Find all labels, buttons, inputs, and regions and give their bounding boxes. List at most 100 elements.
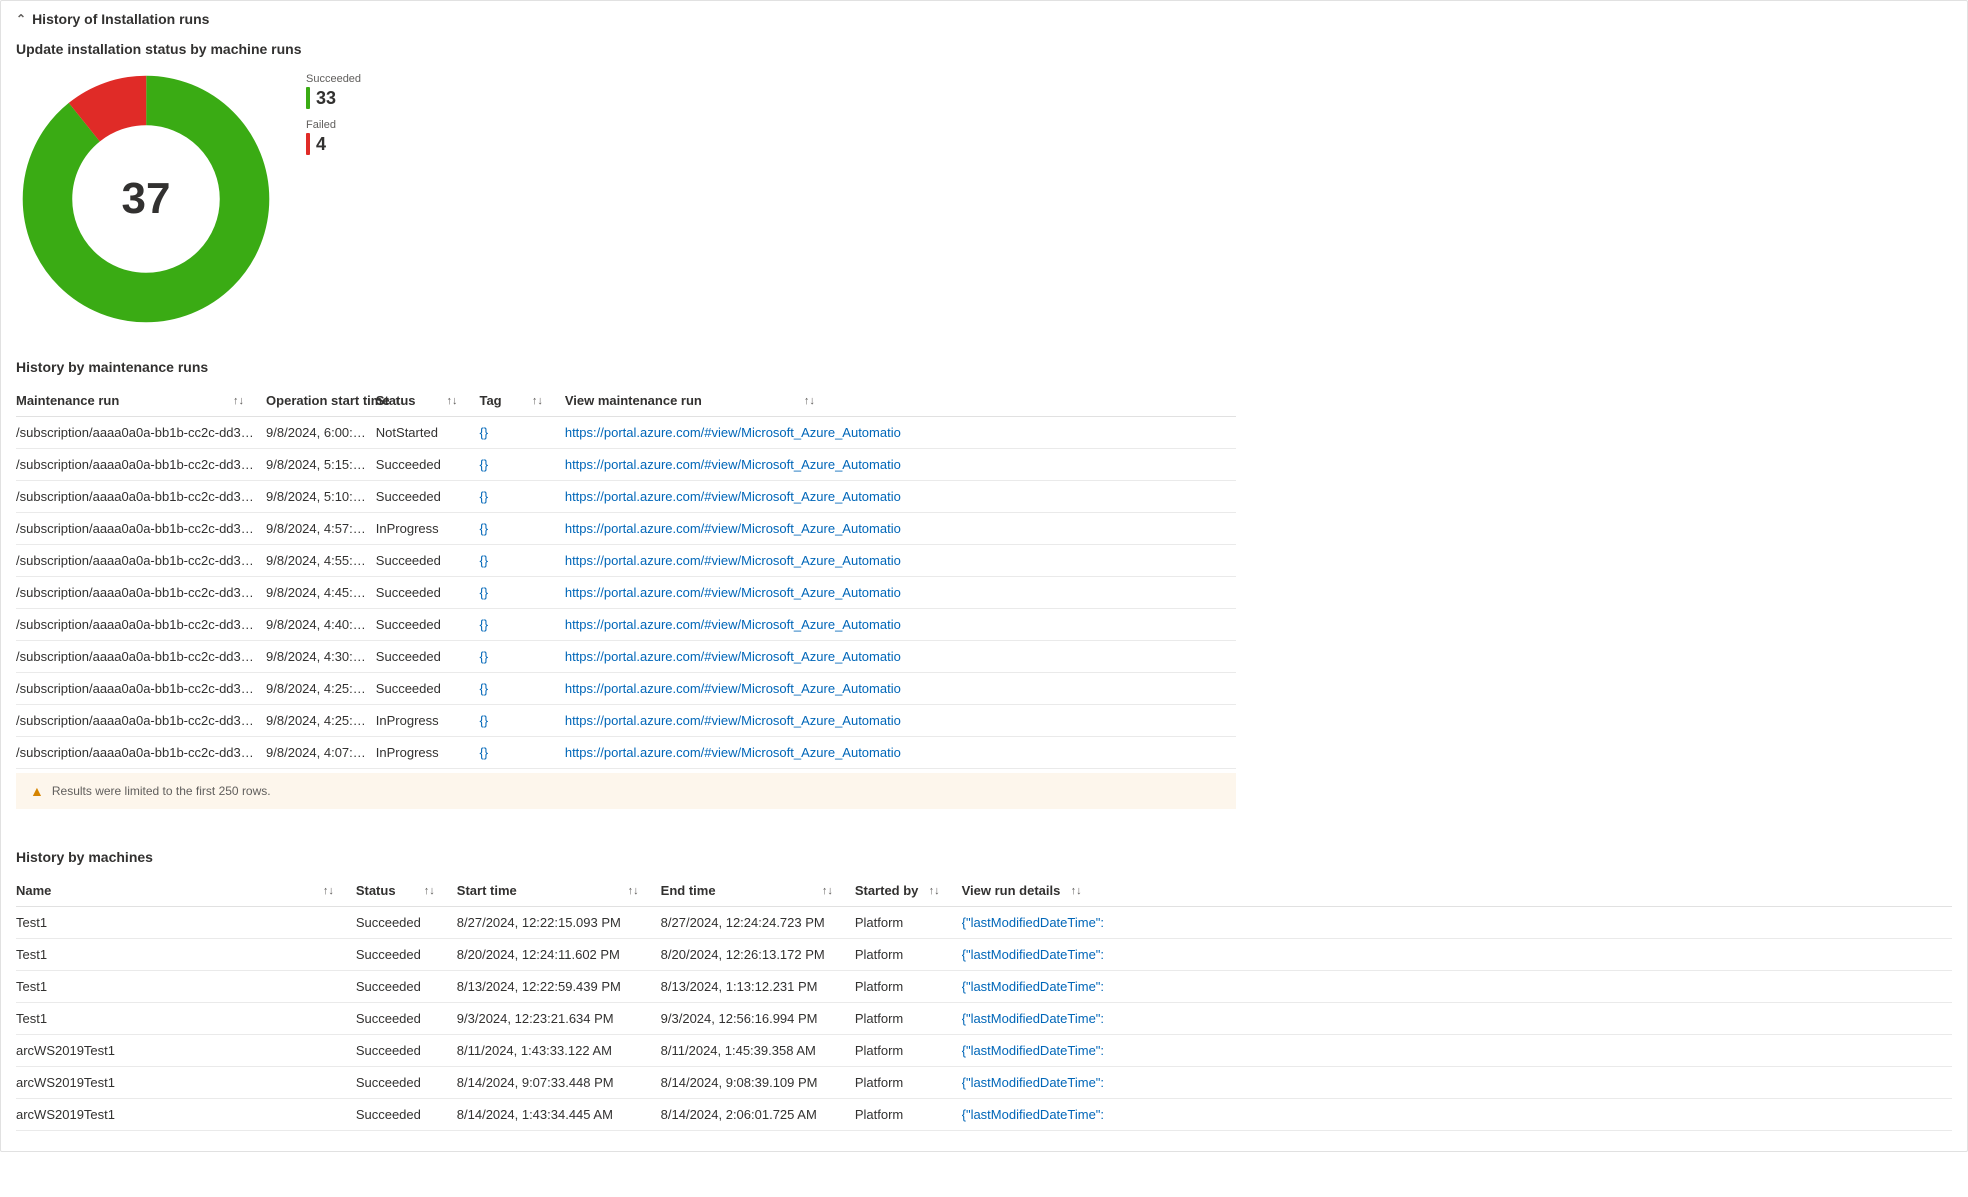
cell-status: InProgress: [376, 705, 480, 737]
sort-icon[interactable]: ↑↓: [420, 885, 435, 897]
sort-icon[interactable]: ↑↓: [624, 885, 639, 897]
cell-tag[interactable]: {}: [479, 481, 564, 513]
cell-status: Succeeded: [376, 449, 480, 481]
legend-succeeded-label: Succeeded: [306, 73, 361, 85]
cell-view-link[interactable]: https://portal.azure.com/#view/Microsoft…: [565, 481, 1236, 513]
sort-icon[interactable]: ↑↓: [818, 885, 833, 897]
col-viewrun[interactable]: View run details↑↓: [962, 875, 1952, 907]
col-status[interactable]: Status↑↓: [376, 385, 480, 417]
warning-text: Results were limited to the first 250 ro…: [52, 784, 271, 798]
cell-run: /subscription/aaaa0a0a-bb1b-cc2c-dd3d-ee…: [16, 737, 266, 769]
cell-view-details[interactable]: {"lastModifiedDateTime":: [962, 971, 1952, 1003]
cell-tag[interactable]: {}: [479, 673, 564, 705]
col-mstart[interactable]: Start time↑↓: [457, 875, 661, 907]
cell-view-link[interactable]: https://portal.azure.com/#view/Microsoft…: [565, 513, 1236, 545]
cell-view-link[interactable]: https://portal.azure.com/#view/Microsoft…: [565, 737, 1236, 769]
cell-view-link[interactable]: https://portal.azure.com/#view/Microsoft…: [565, 673, 1236, 705]
cell-tag[interactable]: {}: [479, 417, 564, 449]
cell-tag[interactable]: {}: [479, 705, 564, 737]
donut-chart: 37: [16, 69, 276, 329]
cell-end: 8/27/2024, 12:24:24.723 PM: [661, 907, 855, 939]
cell-view-link[interactable]: https://portal.azure.com/#view/Microsoft…: [565, 449, 1236, 481]
cell-startedby: Platform: [855, 971, 962, 1003]
col-view-maintenance[interactable]: View maintenance run↑↓: [565, 385, 1236, 417]
cell-view-details[interactable]: {"lastModifiedDateTime":: [962, 1003, 1952, 1035]
machines-table: Name↑↓ Status↑↓ Start time↑↓ End time↑↓ …: [16, 875, 1952, 1131]
cell-tag[interactable]: {}: [479, 641, 564, 673]
cell-view-link[interactable]: https://portal.azure.com/#view/Microsoft…: [565, 577, 1236, 609]
sort-icon[interactable]: ↑↓: [319, 885, 334, 897]
cell-tag[interactable]: {}: [479, 545, 564, 577]
col-maintenance-run[interactable]: Maintenance run↑↓: [16, 385, 266, 417]
legend-failed-value: 4: [316, 134, 326, 155]
cell-end: 8/13/2024, 1:13:12.231 PM: [661, 971, 855, 1003]
cell-view-details[interactable]: {"lastModifiedDateTime":: [962, 1067, 1952, 1099]
cell-end: 9/3/2024, 12:56:16.994 PM: [661, 1003, 855, 1035]
col-startedby[interactable]: Started by↑↓: [855, 875, 962, 907]
cell-view-link[interactable]: https://portal.azure.com/#view/Microsoft…: [565, 417, 1236, 449]
cell-view-link[interactable]: https://portal.azure.com/#view/Microsoft…: [565, 641, 1236, 673]
cell-status: Succeeded: [356, 1099, 457, 1131]
sort-icon[interactable]: ↑↓: [800, 395, 815, 407]
table-row: /subscription/aaaa0a0a-bb1b-cc2c-dd3d-ee…: [16, 705, 1236, 737]
cell-status: Succeeded: [356, 1003, 457, 1035]
legend-succeeded-bar: [306, 87, 310, 109]
col-mend[interactable]: End time↑↓: [661, 875, 855, 907]
col-name[interactable]: Name↑↓: [16, 875, 356, 907]
cell-start: 9/8/2024, 4:45:00.000 PM: [266, 577, 376, 609]
table-row: arcWS2019Test1Succeeded8/14/2024, 1:43:3…: [16, 1099, 1952, 1131]
chart-subtitle: Update installation status by machine ru…: [16, 41, 1952, 57]
cell-view-details[interactable]: {"lastModifiedDateTime":: [962, 1099, 1952, 1131]
sort-icon[interactable]: ↑↓: [229, 395, 244, 407]
maintenance-header-row: Maintenance run↑↓ Operation start time↑↓…: [16, 385, 1236, 417]
machines-table-wrap: Name↑↓ Status↑↓ Start time↑↓ End time↑↓ …: [16, 875, 1952, 1131]
cell-view-details[interactable]: {"lastModifiedDateTime":: [962, 939, 1952, 971]
col-tag[interactable]: Tag↑↓: [479, 385, 564, 417]
cell-tag[interactable]: {}: [479, 737, 564, 769]
legend-succeeded-value: 33: [316, 88, 336, 109]
sort-icon[interactable]: ↑↓: [1067, 885, 1082, 897]
cell-view-link[interactable]: https://portal.azure.com/#view/Microsoft…: [565, 545, 1236, 577]
legend-succeeded: Succeeded 33: [306, 73, 361, 109]
cell-status: InProgress: [376, 737, 480, 769]
installation-history-panel: ⌃ History of Installation runs Update in…: [0, 0, 1968, 1152]
sort-icon[interactable]: ↑↓: [925, 885, 940, 897]
cell-status: Succeeded: [356, 971, 457, 1003]
cell-start: 8/27/2024, 12:22:15.093 PM: [457, 907, 661, 939]
cell-run: /subscription/aaaa0a0a-bb1b-cc2c-dd3d-ee…: [16, 577, 266, 609]
table-row: arcWS2019Test1Succeeded8/11/2024, 1:43:3…: [16, 1035, 1952, 1067]
cell-name: Test1: [16, 971, 356, 1003]
cell-tag[interactable]: {}: [479, 577, 564, 609]
cell-tag[interactable]: {}: [479, 609, 564, 641]
cell-status: Succeeded: [356, 1067, 457, 1099]
sort-icon[interactable]: ↑↓: [528, 395, 543, 407]
cell-tag[interactable]: {}: [479, 513, 564, 545]
cell-view-details[interactable]: {"lastModifiedDateTime":: [962, 907, 1952, 939]
cell-status: InProgress: [376, 513, 480, 545]
cell-name: arcWS2019Test1: [16, 1099, 356, 1131]
cell-startedby: Platform: [855, 1035, 962, 1067]
cell-status: Succeeded: [356, 939, 457, 971]
maintenance-table: Maintenance run↑↓ Operation start time↑↓…: [16, 385, 1236, 769]
cell-view-link[interactable]: https://portal.azure.com/#view/Microsoft…: [565, 705, 1236, 737]
cell-start: 8/11/2024, 1:43:33.122 AM: [457, 1035, 661, 1067]
cell-view-details[interactable]: {"lastModifiedDateTime":: [962, 1035, 1952, 1067]
cell-start: 9/8/2024, 4:57:00.000 PM: [266, 513, 376, 545]
table-row: /subscription/aaaa0a0a-bb1b-cc2c-dd3d-ee…: [16, 545, 1236, 577]
cell-run: /subscription/aaaa0a0a-bb1b-cc2c-dd3d-ee…: [16, 673, 266, 705]
cell-run: /subscription/aaaa0a0a-bb1b-cc2c-dd3d-ee…: [16, 641, 266, 673]
cell-start: 8/13/2024, 12:22:59.439 PM: [457, 971, 661, 1003]
col-mstatus[interactable]: Status↑↓: [356, 875, 457, 907]
maintenance-title: History by maintenance runs: [16, 359, 1952, 375]
cell-end: 8/14/2024, 2:06:01.725 AM: [661, 1099, 855, 1131]
cell-view-link[interactable]: https://portal.azure.com/#view/Microsoft…: [565, 609, 1236, 641]
col-operation-start[interactable]: Operation start time↑↓: [266, 385, 376, 417]
cell-tag[interactable]: {}: [479, 449, 564, 481]
cell-end: 8/11/2024, 1:45:39.358 AM: [661, 1035, 855, 1067]
cell-startedby: Platform: [855, 939, 962, 971]
table-row: Test1Succeeded8/13/2024, 12:22:59.439 PM…: [16, 971, 1952, 1003]
cell-run: /subscription/aaaa0a0a-bb1b-cc2c-dd3d-ee…: [16, 609, 266, 641]
sort-icon[interactable]: ↑↓: [442, 395, 457, 407]
cell-status: Succeeded: [376, 641, 480, 673]
panel-header[interactable]: ⌃ History of Installation runs: [16, 11, 1952, 33]
